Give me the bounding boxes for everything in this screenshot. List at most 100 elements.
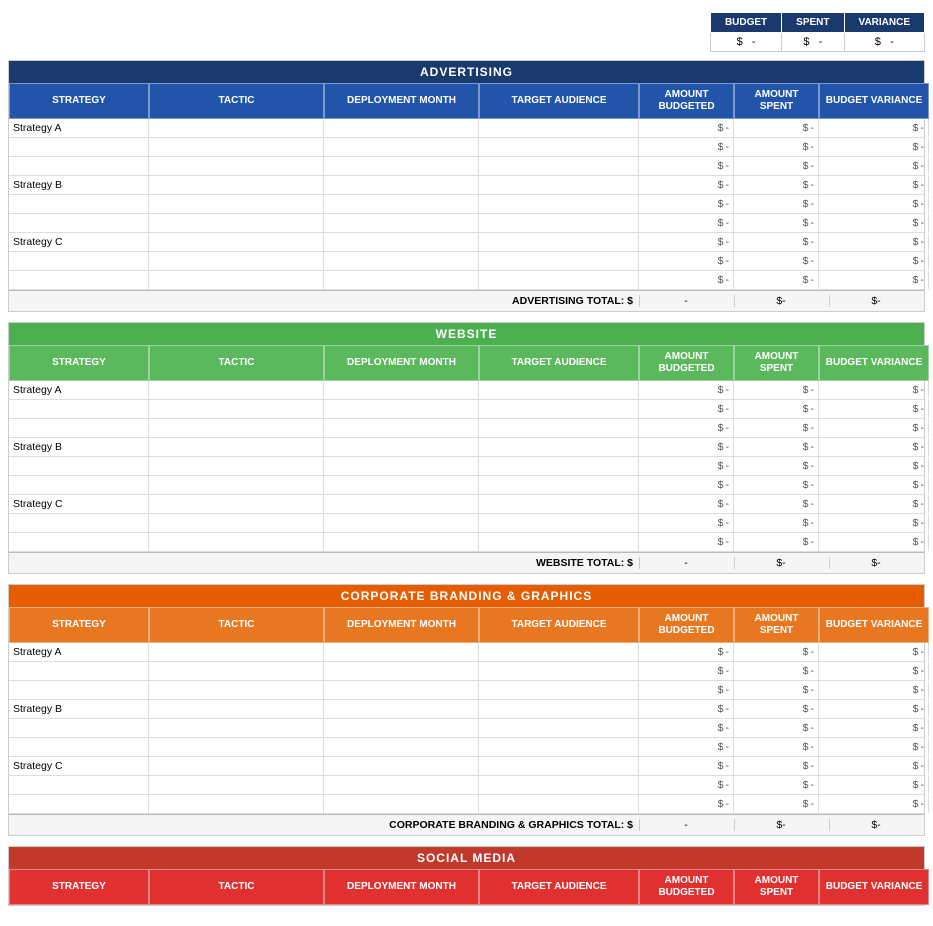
cell-variance[interactable]: $- (819, 776, 929, 794)
cell-target[interactable] (479, 757, 639, 775)
cell-budgeted[interactable]: $- (639, 176, 734, 194)
cell-variance[interactable]: $- (819, 495, 929, 513)
cell-deployment[interactable] (324, 643, 479, 661)
cell-budgeted[interactable]: $- (639, 495, 734, 513)
cell-variance[interactable]: $- (819, 757, 929, 775)
cell-target[interactable] (479, 643, 639, 661)
cell-variance[interactable]: $- (819, 738, 929, 756)
cell-deployment[interactable] (324, 119, 479, 137)
cell-budgeted[interactable]: $- (639, 457, 734, 475)
cell-budgeted[interactable]: $- (639, 476, 734, 494)
cell-variance[interactable]: $- (819, 214, 929, 232)
cell-deployment[interactable] (324, 795, 479, 813)
cell-deployment[interactable] (324, 700, 479, 718)
cell-spent[interactable]: $- (734, 419, 819, 437)
cell-deployment[interactable] (324, 214, 479, 232)
cell-variance[interactable]: $- (819, 400, 929, 418)
cell-target[interactable] (479, 457, 639, 475)
cell-target[interactable] (479, 400, 639, 418)
cell-spent[interactable]: $- (734, 795, 819, 813)
cell-tactic[interactable] (149, 419, 324, 437)
cell-budgeted[interactable]: $- (639, 138, 734, 156)
cell-deployment[interactable] (324, 681, 479, 699)
cell-target[interactable] (479, 214, 639, 232)
cell-tactic[interactable] (149, 457, 324, 475)
cell-target[interactable] (479, 476, 639, 494)
cell-target[interactable] (479, 271, 639, 289)
cell-deployment[interactable] (324, 776, 479, 794)
cell-tactic[interactable] (149, 476, 324, 494)
cell-budgeted[interactable]: $- (639, 195, 734, 213)
cell-spent[interactable]: $- (734, 119, 819, 137)
cell-variance[interactable]: $- (819, 195, 929, 213)
cell-target[interactable] (479, 495, 639, 513)
cell-tactic[interactable] (149, 795, 324, 813)
cell-variance[interactable]: $- (819, 119, 929, 137)
cell-tactic[interactable] (149, 252, 324, 270)
cell-deployment[interactable] (324, 457, 479, 475)
cell-tactic[interactable] (149, 271, 324, 289)
cell-spent[interactable]: $- (734, 252, 819, 270)
cell-target[interactable] (479, 700, 639, 718)
cell-deployment[interactable] (324, 738, 479, 756)
cell-deployment[interactable] (324, 719, 479, 737)
cell-budgeted[interactable]: $- (639, 381, 734, 399)
cell-variance[interactable]: $- (819, 662, 929, 680)
cell-tactic[interactable] (149, 176, 324, 194)
cell-budgeted[interactable]: $- (639, 438, 734, 456)
cell-spent[interactable]: $- (734, 476, 819, 494)
cell-spent[interactable]: $- (734, 400, 819, 418)
cell-variance[interactable]: $- (819, 533, 929, 551)
cell-budgeted[interactable]: $- (639, 514, 734, 532)
cell-spent[interactable]: $- (734, 662, 819, 680)
cell-target[interactable] (479, 176, 639, 194)
cell-variance[interactable]: $- (819, 514, 929, 532)
cell-target[interactable] (479, 233, 639, 251)
cell-deployment[interactable] (324, 514, 479, 532)
cell-tactic[interactable] (149, 700, 324, 718)
cell-target[interactable] (479, 381, 639, 399)
cell-tactic[interactable] (149, 400, 324, 418)
cell-target[interactable] (479, 681, 639, 699)
cell-target[interactable] (479, 119, 639, 137)
cell-budgeted[interactable]: $- (639, 157, 734, 175)
cell-budgeted[interactable]: $- (639, 643, 734, 661)
cell-budgeted[interactable]: $- (639, 795, 734, 813)
cell-tactic[interactable] (149, 719, 324, 737)
cell-spent[interactable]: $- (734, 381, 819, 399)
cell-tactic[interactable] (149, 195, 324, 213)
cell-deployment[interactable] (324, 157, 479, 175)
cell-budgeted[interactable]: $- (639, 252, 734, 270)
cell-target[interactable] (479, 438, 639, 456)
cell-deployment[interactable] (324, 233, 479, 251)
cell-variance[interactable]: $- (819, 643, 929, 661)
cell-variance[interactable]: $- (819, 457, 929, 475)
cell-deployment[interactable] (324, 495, 479, 513)
cell-budgeted[interactable]: $- (639, 419, 734, 437)
cell-spent[interactable]: $- (734, 457, 819, 475)
cell-tactic[interactable] (149, 119, 324, 137)
cell-target[interactable] (479, 776, 639, 794)
cell-variance[interactable]: $- (819, 438, 929, 456)
cell-deployment[interactable] (324, 252, 479, 270)
cell-budgeted[interactable]: $- (639, 719, 734, 737)
cell-tactic[interactable] (149, 438, 324, 456)
cell-budgeted[interactable]: $- (639, 776, 734, 794)
cell-deployment[interactable] (324, 533, 479, 551)
cell-tactic[interactable] (149, 381, 324, 399)
cell-budgeted[interactable]: $- (639, 662, 734, 680)
cell-tactic[interactable] (149, 681, 324, 699)
cell-deployment[interactable] (324, 381, 479, 399)
cell-spent[interactable]: $- (734, 700, 819, 718)
cell-tactic[interactable] (149, 757, 324, 775)
cell-spent[interactable]: $- (734, 176, 819, 194)
cell-deployment[interactable] (324, 176, 479, 194)
cell-variance[interactable]: $- (819, 271, 929, 289)
cell-tactic[interactable] (149, 738, 324, 756)
cell-tactic[interactable] (149, 495, 324, 513)
cell-spent[interactable]: $- (734, 438, 819, 456)
cell-deployment[interactable] (324, 476, 479, 494)
cell-target[interactable] (479, 138, 639, 156)
cell-spent[interactable]: $- (734, 681, 819, 699)
cell-variance[interactable]: $- (819, 681, 929, 699)
